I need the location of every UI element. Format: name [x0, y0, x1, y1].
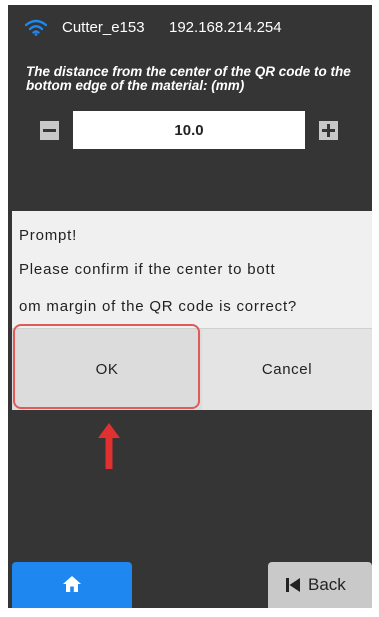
status-bar: Cutter_e153 192.168.214.254 — [8, 5, 372, 49]
device-name: Cutter_e153 — [62, 19, 145, 36]
back-label: Back — [308, 575, 346, 594]
dialog-title: Prompt! — [19, 227, 78, 244]
dialog-message-line-1: Please confirm if the center to bott — [19, 261, 276, 278]
wifi-icon — [25, 19, 47, 36]
home-button[interactable] — [12, 562, 132, 608]
dialog-message-line-2: om margin of the QR code is correct? — [19, 298, 298, 315]
device-screen: Cutter_e153 192.168.214.254 The distance… — [8, 5, 372, 608]
qr-distance-input[interactable]: 10.0 — [73, 111, 305, 149]
skip-back-icon — [286, 578, 300, 592]
back-button[interactable]: Back — [268, 562, 372, 608]
device-ip-address: 192.168.214.254 — [169, 19, 282, 36]
qr-distance-label: The distance from the center of the QR c… — [26, 64, 351, 93]
ok-highlight-box — [13, 324, 200, 409]
home-icon — [63, 576, 81, 592]
arrow-up-icon — [98, 423, 120, 469]
minus-icon[interactable] — [40, 121, 59, 140]
cancel-button[interactable]: Cancel — [202, 329, 372, 410]
plus-icon[interactable] — [319, 121, 338, 140]
